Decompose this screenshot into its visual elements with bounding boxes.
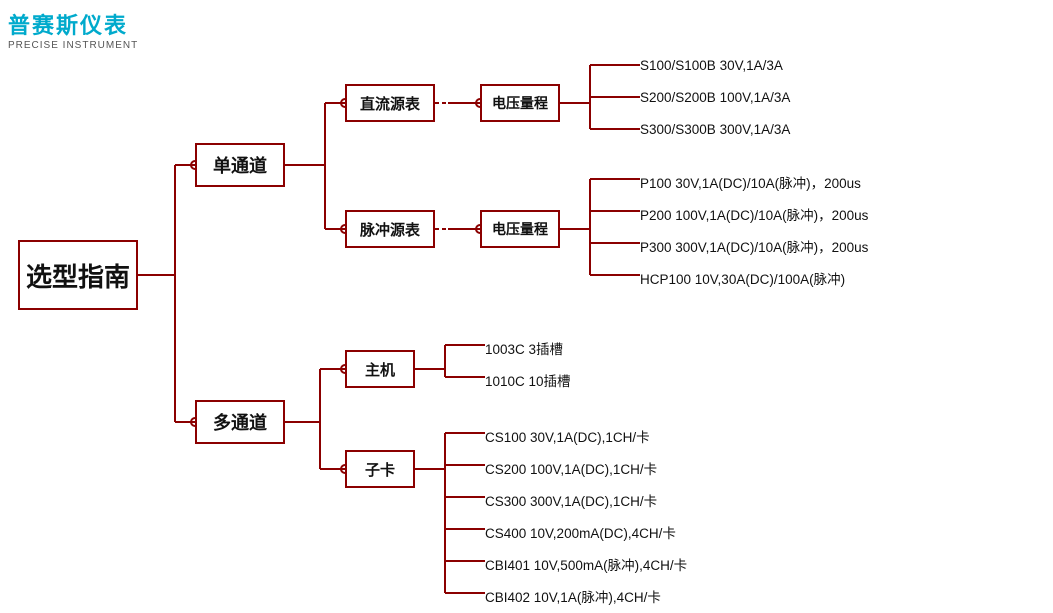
dc-item-1: S200/S200B 100V,1A/3A [640,90,790,105]
logo-en: PRECISE INSTRUMENT [8,40,138,51]
logo: 普赛斯仪表 PRECISE INSTRUMENT [8,8,138,51]
pulse-item-1: P200 100V,1A(DC)/10A(脉冲)，200us [640,204,868,224]
dc-item-0: S100/S100B 30V,1A/3A [640,58,783,73]
card-item-1: CS200 100V,1A(DC),1CH/卡 [485,458,657,478]
node-voltage2: 电压量程 [480,210,560,248]
pulse-item-0: P100 30V,1A(DC)/10A(脉冲)，200us [640,172,861,192]
logo-cn: 普赛斯仪表 [8,8,138,40]
pulse-item-3: HCP100 10V,30A(DC)/100A(脉冲) [640,268,845,288]
card-item-4: CBI401 10V,500mA(脉冲),4CH/卡 [485,554,687,574]
card-item-3: CS400 10V,200mA(DC),4CH/卡 [485,522,676,542]
node-pulse: 脉冲源表 [345,210,435,248]
dc-item-2: S300/S300B 300V,1A/3A [640,122,790,137]
root-node: 选型指南 [18,240,138,310]
host-item-1: 1010C 10插槽 [485,370,571,390]
node-multi: 多通道 [195,400,285,444]
pulse-item-2: P300 300V,1A(DC)/10A(脉冲)，200us [640,236,868,256]
node-single: 单通道 [195,143,285,187]
node-host: 主机 [345,350,415,388]
host-item-0: 1003C 3插槽 [485,338,563,358]
node-dc: 直流源表 [345,84,435,122]
node-card: 子卡 [345,450,415,488]
card-item-2: CS300 300V,1A(DC),1CH/卡 [485,490,657,510]
card-item-5: CBI402 10V,1A(脉冲),4CH/卡 [485,586,661,606]
card-item-0: CS100 30V,1A(DC),1CH/卡 [485,426,650,446]
node-voltage1: 电压量程 [480,84,560,122]
